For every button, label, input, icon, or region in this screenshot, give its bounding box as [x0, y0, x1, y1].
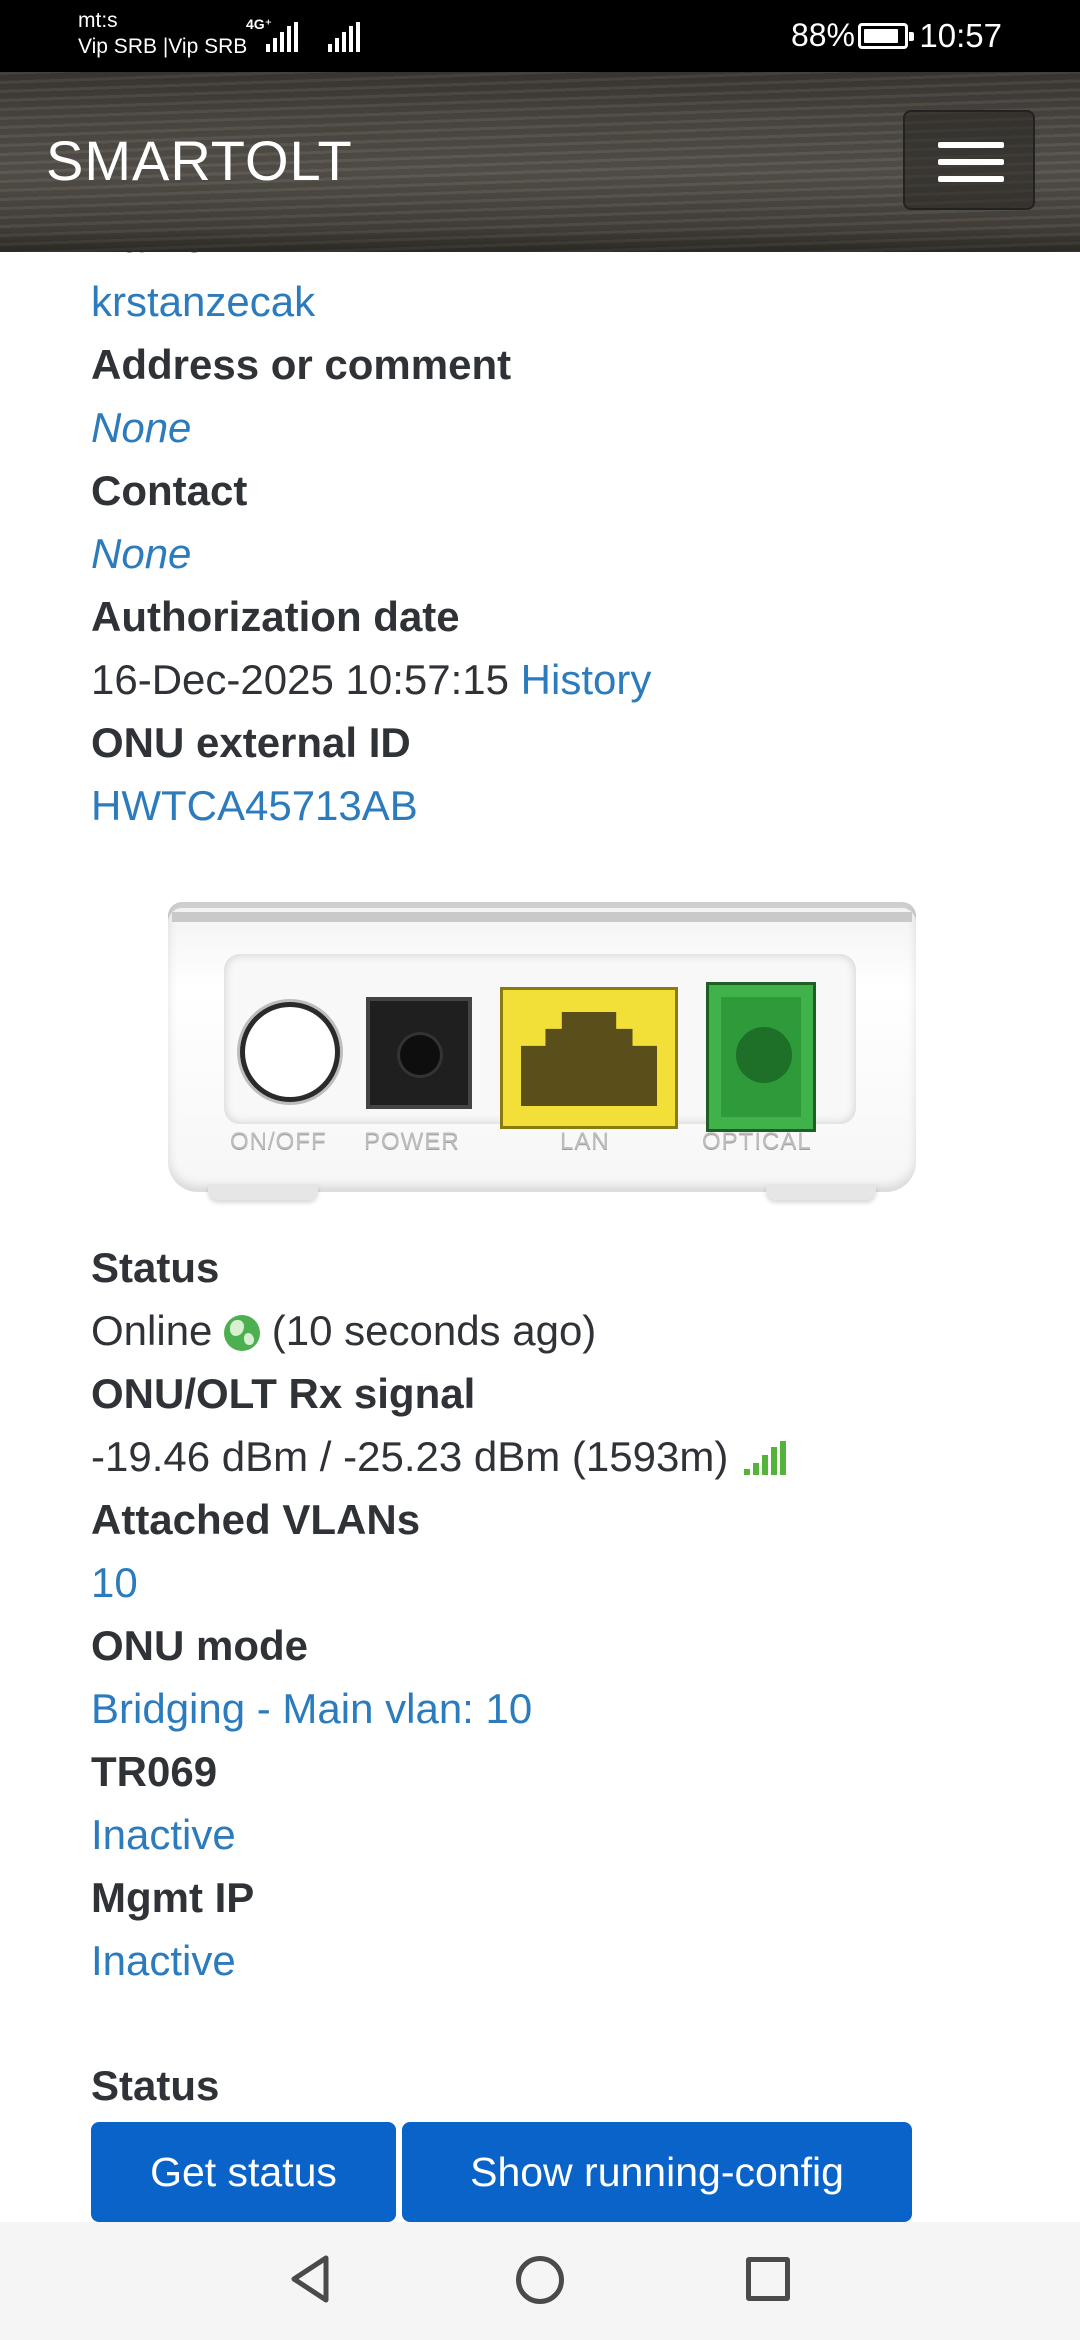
- menu-toggle-button[interactable]: [903, 110, 1035, 210]
- android-status-bar: mt:s Vip SRB |Vip SRB 4G⁺ 88% 10:57: [0, 0, 1080, 72]
- recent-apps-icon[interactable]: [746, 2257, 790, 2301]
- signal-icons: [246, 18, 360, 52]
- app-header: SMARTOLT: [0, 72, 1080, 252]
- clock: 10:57: [919, 17, 1002, 54]
- carrier-info: mt:s Vip SRB |Vip SRB: [78, 8, 247, 60]
- carrier-line1: mt:s: [78, 9, 118, 32]
- action-buttons-container: Get status Show running-config: [0, 252, 1080, 2222]
- back-icon[interactable]: [288, 2254, 332, 2304]
- show-running-config-button[interactable]: Show running-config: [402, 2122, 912, 2222]
- sim2-signal-icon: [328, 22, 360, 52]
- hamburger-menu-icon: [938, 142, 1004, 193]
- battery-percent: 88%: [790, 17, 855, 53]
- battery-icon: [858, 23, 914, 49]
- sim1-signal-icon: [266, 22, 298, 52]
- android-nav-bar: [0, 2222, 1080, 2340]
- smartolt-logo[interactable]: SMARTOLT: [46, 128, 353, 193]
- home-icon[interactable]: [516, 2256, 564, 2304]
- carrier-line2: Vip SRB |Vip SRB: [78, 35, 248, 58]
- get-status-button[interactable]: Get status: [91, 2122, 396, 2222]
